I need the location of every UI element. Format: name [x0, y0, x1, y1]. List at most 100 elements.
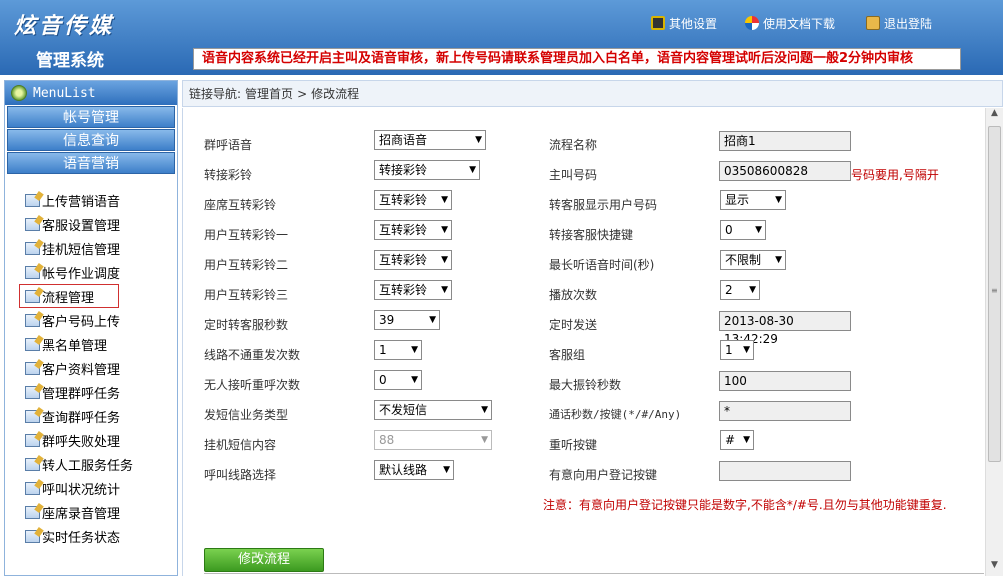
sidebar-item-failure-handling[interactable]: 群呼失败处理 — [5, 428, 177, 452]
vertical-scrollbar[interactable]: ▲ ≡ ▼ — [985, 108, 1003, 576]
line-retry-count-select[interactable]: 1 ▼ — [374, 340, 422, 360]
logout-link[interactable]: 退出登陆 — [866, 14, 932, 32]
docs-download-link[interactable]: 使用文档下载 — [745, 14, 835, 32]
system-name: 管理系统 — [36, 51, 104, 70]
chevron-down-icon: ▼ — [749, 285, 756, 295]
chevron-down-icon: ▼ — [475, 135, 482, 145]
document-icon — [25, 457, 40, 471]
docs-icon — [745, 16, 759, 30]
sidebar-item-customer-data[interactable]: 客户资料管理 — [5, 356, 177, 380]
label-max-ring-seconds: 最大振铃秒数 — [549, 378, 622, 392]
call-seconds-key-field[interactable]: * — [719, 401, 851, 421]
chevron-down-icon: ▼ — [469, 165, 476, 175]
user-ringtone-1-select[interactable]: 互转彩铃 ▼ — [374, 220, 452, 240]
caller-number-field[interactable]: 03508600828 — [719, 161, 851, 181]
sidebar-item-blacklist[interactable]: 黑名单管理 — [5, 332, 177, 356]
label-seat-transfer-ringtone: 座席互转彩铃 — [204, 198, 277, 212]
scroll-grip-icon: ≡ — [991, 286, 998, 295]
play-count-select[interactable]: 2 ▼ — [720, 280, 760, 300]
chevron-down-icon: ▼ — [743, 345, 750, 355]
chevron-down-icon: ▼ — [411, 345, 418, 355]
label-user-ringtone-2: 用户互转彩铃二 — [204, 258, 289, 272]
label-sms-type: 发短信业务类型 — [204, 408, 289, 422]
document-icon — [25, 289, 40, 303]
settings-icon — [651, 16, 665, 30]
transfer-hotkey-select[interactable]: 0 ▼ — [720, 220, 766, 240]
sms-type-select[interactable]: 不发短信 ▼ — [374, 400, 492, 420]
scroll-up-icon[interactable]: ▲ — [986, 108, 1003, 124]
menu-group-account[interactable]: 帐号管理 — [7, 106, 175, 128]
line-select[interactable]: 默认线路 ▼ — [374, 460, 454, 480]
chevron-down-icon: ▼ — [429, 315, 436, 325]
modify-flow-button[interactable]: 修改流程 — [204, 548, 324, 572]
max-listen-time-select[interactable]: 不限制 ▼ — [720, 250, 786, 270]
docs-download-label: 使用文档下载 — [763, 16, 836, 31]
user-ringtone-3-select[interactable]: 互转彩铃 ▼ — [374, 280, 452, 300]
user-ringtone-2-select[interactable]: 互转彩铃 ▼ — [374, 250, 452, 270]
no-answer-retry-select[interactable]: 0 ▼ — [374, 370, 422, 390]
top-header: 炫音传媒 管理系统 其他设置 使用文档下载 退出登陆 语音内容系统已经开启主叫及… — [0, 0, 1003, 75]
chevron-down-icon: ▼ — [441, 195, 448, 205]
chevron-down-icon: ▼ — [775, 195, 782, 205]
sidebar-item-flow-management[interactable]: 流程管理 — [19, 284, 119, 308]
document-icon — [25, 505, 40, 519]
label-group-voice: 群呼语音 — [204, 138, 253, 152]
hangup-sms-content-select: 88 ▼ — [374, 430, 492, 450]
sidebar-item-realtime-status[interactable]: 实时任务状态 — [5, 524, 177, 548]
max-ring-seconds-field[interactable]: 100 — [719, 371, 851, 391]
chevron-down-icon: ▼ — [441, 225, 448, 235]
sidebar-item-upload-voice[interactable]: 上传营销语音 — [5, 188, 177, 212]
scroll-down-icon[interactable]: ▼ — [986, 560, 1003, 576]
label-transfer-hotkey: 转接客服快捷键 — [549, 228, 634, 242]
sidebar-item-job-schedule[interactable]: 帐号作业调度 — [5, 260, 177, 284]
scheduled-send-field[interactable]: 2013-08-30 13:42:29 — [719, 311, 851, 346]
other-settings-link[interactable]: 其他设置 — [651, 14, 717, 32]
document-icon — [25, 361, 40, 375]
menu-title: MenuList — [33, 85, 96, 101]
sidebar-item-query-tasks[interactable]: 查询群呼任务 — [5, 404, 177, 428]
chevron-down-icon: ▼ — [755, 225, 762, 235]
label-call-seconds-key: 通话秒数/按键(*/#/Any) — [549, 408, 682, 421]
breadcrumb-home[interactable]: 管理首页 — [245, 85, 293, 102]
label-no-answer-retry: 无人接听重呼次数 — [204, 378, 301, 392]
show-user-number-select[interactable]: 显示 ▼ — [720, 190, 786, 210]
menu-group-query[interactable]: 信息查询 — [7, 129, 175, 151]
sidebar-item-hangup-sms[interactable]: 挂机短信管理 — [5, 236, 177, 260]
document-icon — [25, 217, 40, 231]
breadcrumb-prefix: 链接导航: — [189, 87, 242, 101]
chevron-down-icon: ▼ — [443, 465, 450, 475]
document-icon — [25, 433, 40, 447]
sidebar-item-manage-tasks[interactable]: 管理群呼任务 — [5, 380, 177, 404]
breadcrumb-separator: > — [297, 86, 308, 101]
intent-register-key-field[interactable] — [719, 461, 851, 481]
label-service-group: 客服组 — [549, 348, 586, 362]
seat-transfer-ringtone-select[interactable]: 互转彩铃 ▼ — [374, 190, 452, 210]
flow-name-field[interactable]: 招商1 — [719, 131, 851, 151]
sidebar-item-upload-numbers[interactable]: 客户号码上传 — [5, 308, 177, 332]
service-group-select[interactable]: 1 ▼ — [720, 340, 754, 360]
chevron-down-icon: ▼ — [441, 255, 448, 265]
menu-group-voice-marketing[interactable]: 语音营销 — [7, 152, 175, 174]
label-max-listen-time: 最长听语音时间(秒) — [549, 258, 655, 272]
group-voice-select[interactable]: 招商语音 ▼ — [374, 130, 486, 150]
transfer-ringtone-select[interactable]: 转接彩铃 ▼ — [374, 160, 480, 180]
intent-key-note: 注意：有意向用户登记按键只能是数字,不能含*/#号.且勿与其他功能键重复. — [543, 498, 947, 512]
document-icon — [25, 409, 40, 423]
chevron-down-icon: ▼ — [411, 375, 418, 385]
label-caller-number: 主叫号码 — [549, 168, 598, 182]
document-icon — [25, 529, 40, 543]
label-timed-transfer-seconds: 定时转客服秒数 — [204, 318, 289, 332]
sidebar-item-recordings[interactable]: 座席录音管理 — [5, 500, 177, 524]
document-icon — [25, 265, 40, 279]
sidebar-item-manual-service[interactable]: 转人工服务任务 — [5, 452, 177, 476]
left-sidebar: MenuList 帐号管理 信息查询 语音营销 上传营销语音 客服设置管理 挂机… — [4, 80, 178, 576]
label-user-ringtone-3: 用户互转彩铃三 — [204, 288, 289, 302]
other-settings-label: 其他设置 — [669, 16, 718, 31]
timed-transfer-seconds-select[interactable]: 39 ▼ — [374, 310, 440, 330]
breadcrumb-current: 修改流程 — [311, 87, 360, 101]
replay-key-select[interactable]: # ▼ — [720, 430, 754, 450]
sidebar-item-call-stats[interactable]: 呼叫状况统计 — [5, 476, 177, 500]
document-icon — [25, 337, 40, 351]
sidebar-item-service-settings[interactable]: 客服设置管理 — [5, 212, 177, 236]
label-transfer-ringtone: 转接彩铃 — [204, 168, 253, 182]
